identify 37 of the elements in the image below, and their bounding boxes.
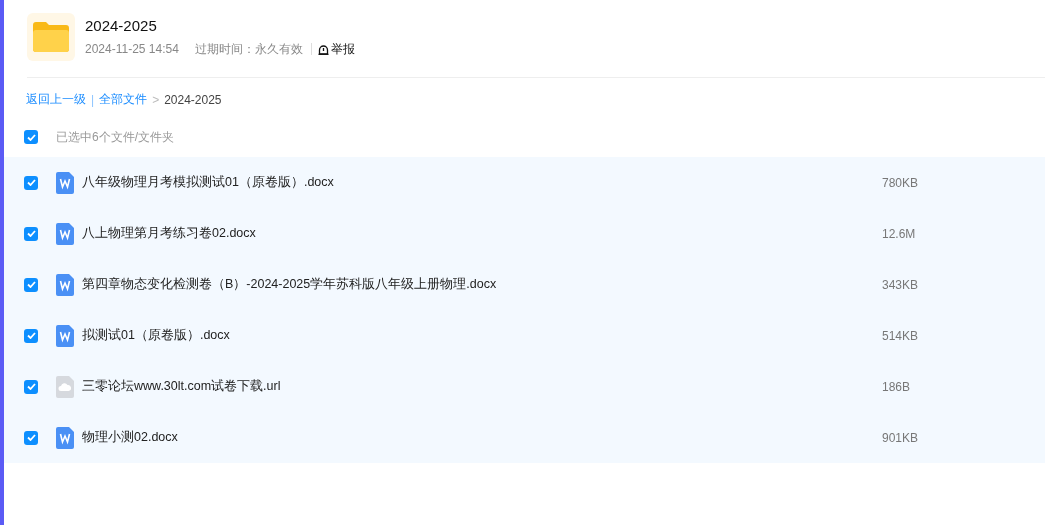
current-folder: 2024-2025 bbox=[164, 92, 222, 107]
file-size: 780KB bbox=[882, 175, 919, 190]
file-size: 12.6M bbox=[882, 226, 916, 241]
file-name[interactable]: 八上物理第月考练习卷02.docx bbox=[82, 225, 882, 242]
folder-title: 2024-2025 bbox=[85, 16, 158, 34]
folder-icon bbox=[33, 22, 69, 52]
checkbox[interactable] bbox=[24, 430, 38, 445]
file-size: 901KB bbox=[882, 430, 919, 445]
word-document-icon bbox=[56, 324, 74, 347]
breadcrumb-separator: > bbox=[152, 92, 160, 107]
all-files-link[interactable]: 全部文件 bbox=[99, 91, 148, 108]
selection-count: 已选中6个文件/文件夹 bbox=[56, 128, 174, 146]
file-name[interactable]: 第四章物态变化检测卷（B）-2024-2025学年苏科版八年级上册物理.docx bbox=[82, 276, 882, 293]
alarm-icon bbox=[317, 43, 329, 55]
file-name[interactable]: 物理小测02.docx bbox=[82, 429, 882, 446]
word-document-icon bbox=[56, 222, 74, 245]
file-size: 343KB bbox=[882, 277, 919, 292]
checkbox[interactable] bbox=[24, 328, 38, 343]
file-name[interactable]: 拟测试01（原卷版）.docx bbox=[82, 327, 882, 344]
checkbox[interactable] bbox=[24, 379, 38, 394]
report-link[interactable]: 举报 bbox=[317, 40, 355, 58]
expiry-text: 过期时间：永久有效 bbox=[194, 40, 303, 58]
checkbox[interactable] bbox=[24, 226, 38, 241]
cloud-file-icon bbox=[56, 375, 74, 398]
word-document-icon bbox=[56, 426, 74, 449]
created-date: 2024-11-25 14:54 bbox=[85, 42, 179, 56]
checkbox[interactable] bbox=[24, 130, 38, 144]
checkbox[interactable] bbox=[24, 277, 38, 292]
word-document-icon bbox=[56, 171, 74, 194]
file-name[interactable]: 八年级物理月考模拟测试01（原卷版）.docx bbox=[82, 174, 882, 191]
word-document-icon bbox=[56, 273, 74, 296]
back-link[interactable]: 返回上一级 bbox=[26, 91, 86, 108]
file-size: 186B bbox=[882, 379, 911, 394]
file-size: 514KB bbox=[882, 328, 919, 343]
file-name[interactable]: 三零论坛www.30lt.com试卷下载.url bbox=[82, 378, 882, 395]
checkbox[interactable] bbox=[24, 175, 38, 190]
breadcrumb-divider: | bbox=[91, 92, 95, 107]
